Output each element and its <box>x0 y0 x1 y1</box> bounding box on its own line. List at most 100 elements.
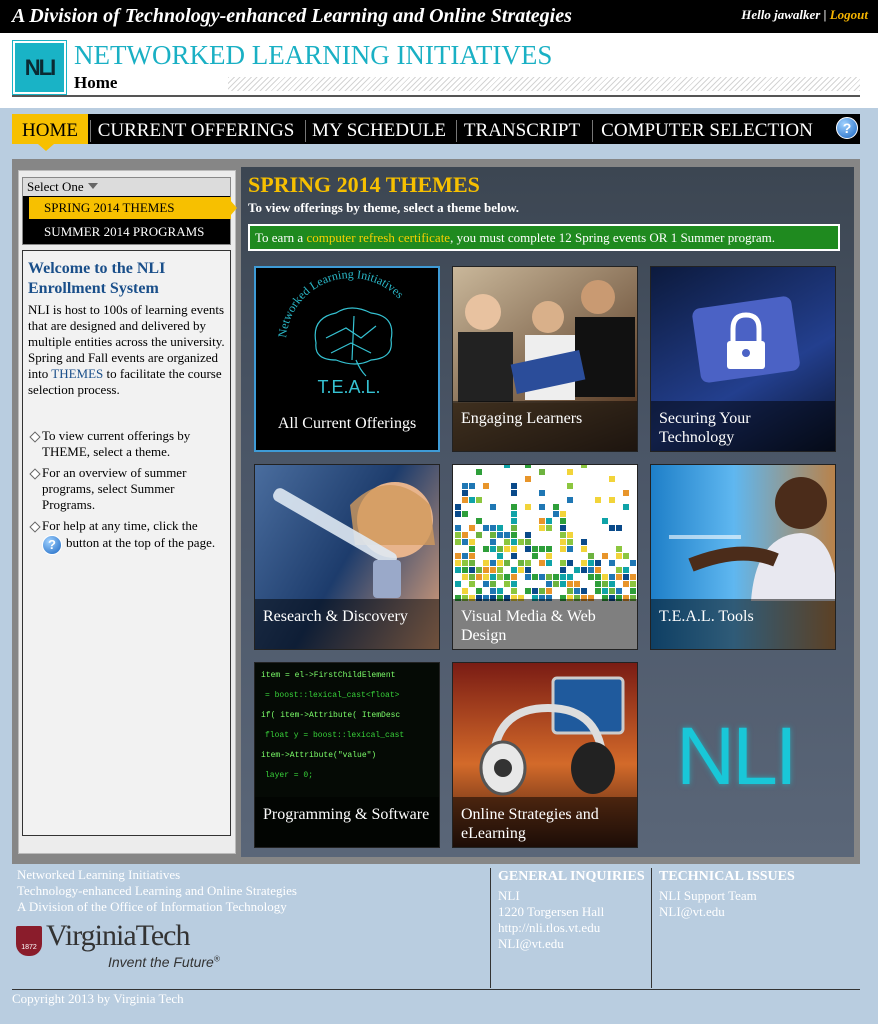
nav-current-offerings[interactable]: CURRENT OFFERINGS <box>94 114 298 144</box>
mosaic-pixel <box>595 581 601 587</box>
mosaic-pixel <box>553 504 559 510</box>
mosaic-pixel <box>539 469 545 475</box>
bullet-item: To view current offerings by THEME, sele… <box>42 428 191 459</box>
mosaic-pixel <box>532 553 538 559</box>
mosaic-pixel <box>623 490 629 496</box>
nav-my-schedule[interactable]: MY SCHEDULE <box>309 114 449 144</box>
technical-issues-line: NLI Support Team <box>659 888 757 903</box>
code-line: float y = boost::lexical_cast <box>265 731 404 740</box>
logout-link[interactable]: Logout <box>830 7 868 22</box>
mosaic-pixel <box>504 546 510 552</box>
pixel-mosaic-image <box>455 465 636 601</box>
general-inquiries-email-link[interactable]: NLI@vt.edu <box>498 936 564 952</box>
mosaic-pixel <box>525 546 531 552</box>
nli-logo[interactable]: NLI <box>12 40 67 95</box>
mosaic-pixel <box>462 588 468 594</box>
theme-select-label[interactable]: Select One <box>23 178 230 196</box>
tile-caption: Research & Discovery <box>255 599 439 649</box>
mosaic-pixel <box>595 588 601 594</box>
mosaic-pixel <box>546 581 552 587</box>
mosaic-pixel <box>469 539 475 545</box>
refresh-certificate-link[interactable]: computer refresh certificate <box>306 230 450 245</box>
mosaic-pixel <box>532 574 538 580</box>
mosaic-pixel <box>609 588 615 594</box>
themes-link[interactable]: THEMES <box>51 366 103 381</box>
tile-securing-technology[interactable]: Securing Your Technology <box>650 266 836 452</box>
mosaic-pixel <box>560 525 566 531</box>
mosaic-pixel <box>483 525 489 531</box>
mosaic-pixel <box>483 546 489 552</box>
mosaic-pixel <box>504 539 510 545</box>
mosaic-pixel <box>560 511 566 517</box>
mosaic-pixel <box>525 567 531 573</box>
mosaic-pixel <box>476 567 482 573</box>
vt-logo-name[interactable]: VirginiaTech <box>46 919 190 953</box>
code-line: if( item->Attribute( ItemDesc <box>261 711 400 720</box>
mosaic-pixel <box>560 567 566 573</box>
tile-visual-media[interactable]: Visual Media & Web Design <box>452 464 638 650</box>
mosaic-pixel <box>497 588 503 594</box>
mosaic-pixel <box>546 574 552 580</box>
mosaic-pixel <box>560 581 566 587</box>
mosaic-pixel <box>490 560 496 566</box>
mosaic-pixel <box>483 483 489 489</box>
themes-subtitle: To view offerings by theme, select a the… <box>248 200 520 215</box>
mosaic-pixel <box>462 567 468 573</box>
mosaic-pixel <box>490 525 496 531</box>
mosaic-pixel <box>525 532 531 538</box>
tile-teal-tools[interactable]: T.E.A.L. Tools <box>650 464 836 650</box>
mosaic-pixel <box>518 539 524 545</box>
nav-separator <box>305 120 306 142</box>
mosaic-pixel <box>455 511 461 517</box>
copyright: Copyright 2013 by Virginia Tech <box>12 991 184 1006</box>
nav-computer-selection[interactable]: COMPUTER SELECTION <box>596 114 818 144</box>
mosaic-pixel <box>539 525 545 531</box>
technical-issues-heading: TECHNICAL ISSUES <box>659 869 795 884</box>
mosaic-pixel <box>511 581 517 587</box>
mosaic-pixel <box>532 588 538 594</box>
mosaic-pixel <box>476 497 482 503</box>
mosaic-pixel <box>567 539 573 545</box>
tile-research-discovery[interactable]: Research & Discovery <box>254 464 440 650</box>
mosaic-pixel <box>469 525 475 531</box>
tile-engaging-learners[interactable]: Engaging Learners <box>452 266 638 452</box>
mosaic-pixel <box>462 539 468 545</box>
vt-tagline-text: Invent the Future <box>108 954 214 970</box>
option-spring-themes[interactable]: SPRING 2014 THEMES <box>29 197 231 219</box>
option-summer-programs[interactable]: SUMMER 2014 PROGRAMS <box>29 221 231 243</box>
mosaic-pixel <box>469 483 475 489</box>
mosaic-pixel <box>504 581 510 587</box>
teal-label: T.E.A.L. <box>317 377 380 397</box>
mosaic-pixel <box>469 560 475 566</box>
tile-all-current-offerings[interactable]: Networked Learning Initiatives T.E.A.L. … <box>254 266 440 452</box>
nav-separator <box>90 120 91 142</box>
general-inquiries-line: 1220 Torgersen Hall <box>498 904 605 919</box>
welcome-title: Welcome to the NLI Enrollment System <box>28 260 166 297</box>
mosaic-pixel <box>511 511 517 517</box>
tile-programming-software[interactable]: item = el->FirstChildElement = boost::lex… <box>254 662 440 848</box>
mosaic-pixel <box>574 581 580 587</box>
mosaic-pixel <box>546 560 552 566</box>
nli-large-logo: NLI <box>676 711 798 802</box>
students-photo <box>453 267 637 403</box>
mosaic-pixel <box>518 567 524 573</box>
mosaic-pixel <box>455 504 461 510</box>
mosaic-pixel <box>539 588 545 594</box>
mosaic-pixel <box>455 539 461 545</box>
technical-issues-email-link[interactable]: NLI@vt.edu <box>659 904 725 920</box>
help-icon[interactable]: ? <box>836 117 858 139</box>
mosaic-pixel <box>525 504 531 510</box>
mosaic-pixel <box>560 539 566 545</box>
bullet-item: button at the top of the page. <box>66 535 216 550</box>
mosaic-pixel <box>525 588 531 594</box>
nav-home[interactable]: HOME <box>12 114 88 144</box>
tile-online-strategies[interactable]: Online Strategies and eLearning <box>452 662 638 848</box>
nav-transcript[interactable]: TRANSCRIPT <box>460 114 584 144</box>
general-inquiries-url-link[interactable]: http://nli.tlos.vt.edu <box>498 920 600 936</box>
tile-caption: Securing Your Technology <box>651 401 835 451</box>
vt-shield-icon: 1872 <box>16 926 42 956</box>
mosaic-pixel <box>483 581 489 587</box>
mosaic-pixel <box>455 581 461 587</box>
selected-arrow-icon <box>230 200 237 216</box>
greeting-text: Hello jawalker <box>741 7 821 22</box>
